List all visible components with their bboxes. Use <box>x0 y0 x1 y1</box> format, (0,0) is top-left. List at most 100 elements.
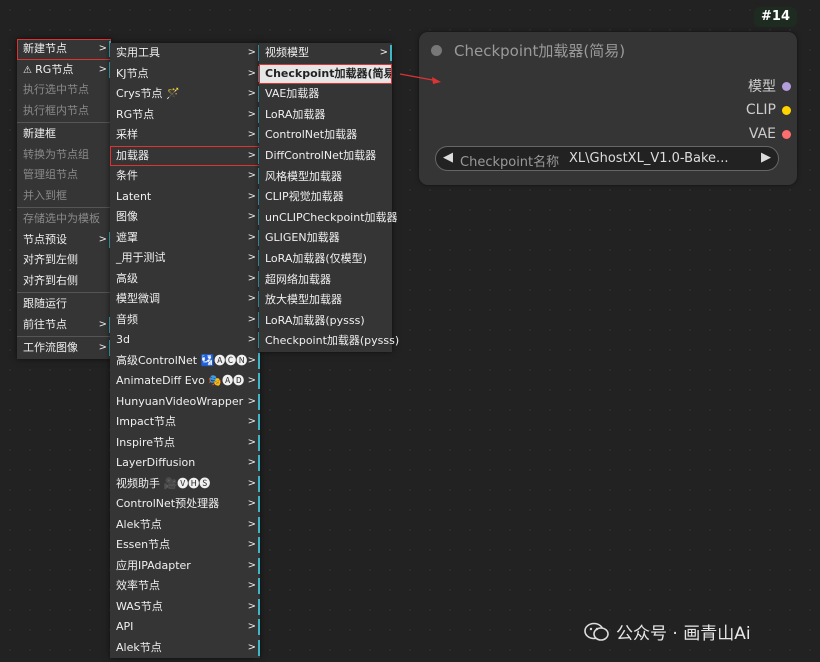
menu2-item[interactable]: API > <box>110 617 260 638</box>
menu2-item[interactable]: 效率节点 > <box>110 576 260 597</box>
menu2-item[interactable]: KJ节点 > <box>110 64 260 85</box>
menu-separator <box>17 292 111 293</box>
menu3-item[interactable]: 超网络加载器 <box>259 270 392 291</box>
menu1-item[interactable]: 工作流图像 > <box>17 338 111 359</box>
menu2-item[interactable]: Impact节点 > <box>110 412 260 433</box>
submenu-indicator <box>258 578 260 594</box>
menu1-item[interactable]: 转换为节点组 <box>17 145 111 166</box>
submenu-indicator <box>258 373 260 389</box>
output-label: CLIP <box>745 102 776 118</box>
output-slot-model[interactable]: 模型 <box>748 77 791 95</box>
menu2-item[interactable]: 采样 > <box>110 125 260 146</box>
menu3-item[interactable]: VAE加载器 <box>259 84 392 105</box>
menu1-item[interactable]: 前往节点 > <box>17 315 111 336</box>
menu3-item[interactable]: LoRA加载器 <box>259 105 392 126</box>
menu1-item[interactable]: 跟随运行 <box>17 294 111 315</box>
menu-item-label: _用于测试 <box>116 251 166 264</box>
chevron-right-icon: > <box>247 231 256 243</box>
menu3-item[interactable]: unCLIPCheckpoint加载器 <box>259 208 398 229</box>
menu2-item[interactable]: 模型微调 > <box>110 289 260 310</box>
menu2-item[interactable]: HunyuanVideoWrapper > <box>110 392 260 413</box>
menu2-item[interactable]: _用于测试 > <box>110 248 260 269</box>
menu-item-label: 视频助手 🎥🅥🅗🅢 <box>116 476 211 490</box>
menu2-item[interactable]: 图像 > <box>110 207 260 228</box>
menu1-item[interactable]: 并入到框 <box>17 186 111 207</box>
menu1-item[interactable]: 管理组节点 <box>17 165 111 186</box>
menu2-item[interactable]: 应用IPAdapter > <box>110 556 260 577</box>
menu2-item[interactable]: ControlNet预处理器 > <box>110 494 260 515</box>
menu2-item[interactable]: Essen节点 > <box>110 535 260 556</box>
menu3-item[interactable]: ControlNet加载器 <box>259 125 392 146</box>
menu3-item[interactable]: LoRA加载器(pysss) <box>259 311 392 332</box>
menu-item-label: LayerDiffusion <box>116 456 196 469</box>
chevron-right-icon: > <box>247 559 256 571</box>
menu-separator <box>17 336 111 337</box>
menu-item-label: HunyuanVideoWrapper <box>116 394 244 408</box>
menu3-item[interactable]: 放大模型加载器 <box>259 290 392 311</box>
menu2-item[interactable]: AnimateDiff Evo 🎭🅐🅓 > <box>110 371 260 392</box>
menu1-item[interactable]: 新建框 <box>17 124 111 145</box>
menu2-item[interactable]: 条件 > <box>110 166 260 187</box>
chevron-right-icon: > <box>247 641 256 653</box>
menu3-item[interactable]: 视频模型 > <box>259 43 392 64</box>
menu3-item[interactable]: LoRA加载器(仅模型) <box>259 249 392 270</box>
chevron-right-icon: > <box>247 252 256 263</box>
menu-item-label: KJ节点 <box>116 66 149 80</box>
checkpoint-name-combo[interactable]: ◀ Checkpoint名称 XL\GhostXL_V1.0-Bake... ▶ <box>435 146 779 171</box>
menu2-item[interactable]: 音频 > <box>110 310 260 331</box>
menu1-item[interactable]: ⚠ RG节点 > <box>17 60 111 81</box>
menu2-item[interactable]: 实用工具 > <box>110 43 260 64</box>
menu3-item[interactable]: DiffControlNet加载器 <box>259 146 392 167</box>
menu3-item[interactable]: CLIP视觉加载器 <box>259 187 392 208</box>
menu2-item[interactable]: 3d > <box>110 330 260 351</box>
menu-item-label: Inspire节点 <box>116 435 176 449</box>
menu1-item[interactable]: 执行选中节点 <box>17 80 111 101</box>
checkpoint-loader-node[interactable]: Checkpoint加载器(简易) 模型 CLIP VAE ◀ Checkpoi… <box>419 32 797 185</box>
menu2-item[interactable]: WAS节点 > <box>110 597 260 618</box>
menu2-item[interactable]: 高级 > <box>110 269 260 290</box>
menu2-item[interactable]: 高级ControlNet 🛂🅐🅒🅝 > <box>110 351 260 372</box>
menu2-item[interactable]: Crys节点 🪄 > <box>110 84 260 105</box>
menu2-item[interactable]: Alek节点 > <box>110 515 260 536</box>
menu-item-label: 节点预设 <box>23 232 67 246</box>
menu2-item[interactable]: Latent > <box>110 187 260 208</box>
menu-item-label: ControlNet预处理器 <box>116 497 220 510</box>
chevron-right-icon: > <box>247 580 256 591</box>
menu-item-label: Alek节点 <box>116 517 162 531</box>
node-collapse-dot[interactable] <box>431 45 442 56</box>
menu1-item[interactable]: 节点预设 > <box>17 230 111 251</box>
menu1-item[interactable]: 存储选中为模板 <box>17 209 111 230</box>
menu2-item[interactable]: 遮罩 > <box>110 228 260 249</box>
chevron-right-icon: > <box>247 170 256 181</box>
combo-next-arrow-icon[interactable]: ▶ <box>761 150 771 165</box>
menu3-item[interactable]: Checkpoint加载器(简易) <box>259 63 400 85</box>
menu-item-label: API <box>116 620 134 633</box>
menu2-item[interactable]: LayerDiffusion > <box>110 453 260 474</box>
menu1-item[interactable]: 对齐到右侧 <box>17 271 111 292</box>
chevron-right-icon: > <box>379 47 388 58</box>
menu3-item[interactable]: Checkpoint加载器(pysss) <box>259 331 399 352</box>
menu1-item[interactable]: 执行框内节点 <box>17 101 111 122</box>
menu2-item[interactable]: Inspire节点 > <box>110 433 260 454</box>
menu2-item[interactable]: RG节点 > <box>110 105 260 126</box>
menu2-item[interactable]: 加载器 > <box>110 145 260 166</box>
chevron-right-icon: > <box>247 354 256 366</box>
menu-item-label: 并入到框 <box>23 188 67 202</box>
output-slot-vae[interactable]: VAE <box>749 125 791 143</box>
menu3-item[interactable]: GLIGEN加载器 <box>259 228 392 249</box>
menu-separator <box>17 122 111 123</box>
menu1-item[interactable]: 新建节点 > <box>17 39 111 60</box>
menu3-item[interactable]: 风格模型加载器 <box>259 167 392 188</box>
combo-name: Checkpoint名称 <box>460 155 560 170</box>
rg-logo-icon: ⚠ <box>23 64 36 76</box>
menu-item-label: 模型微调 <box>116 292 160 305</box>
menu-item-label: Checkpoint加载器(简易) <box>265 66 400 80</box>
menu2-item[interactable]: 视频助手 🎥🅥🅗🅢 > <box>110 474 260 495</box>
output-slot-clip[interactable]: CLIP <box>746 101 791 119</box>
wechat-icon <box>584 622 609 641</box>
menu2-item[interactable]: Alek节点 > <box>110 638 260 659</box>
combo-prev-arrow-icon[interactable]: ◀ <box>443 150 453 165</box>
chevron-right-icon: > <box>247 88 256 99</box>
chevron-right-icon: > <box>247 67 256 79</box>
menu1-item[interactable]: 对齐到左侧 <box>17 250 111 271</box>
